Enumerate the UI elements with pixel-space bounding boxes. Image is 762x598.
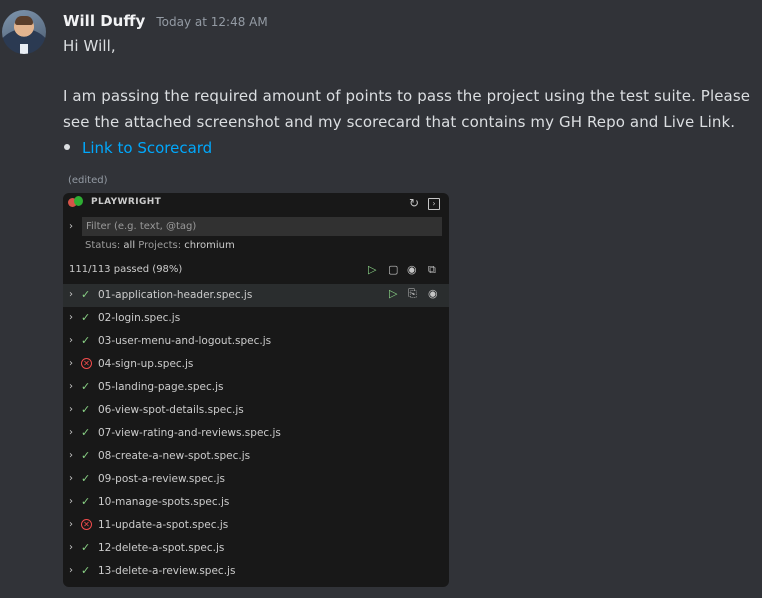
test-list: › ✓ 01-application-header.spec.js ▷ ⎘ ◉ …: [63, 284, 449, 583]
pass-check-icon: ✓: [81, 288, 91, 301]
username[interactable]: Will Duffy: [63, 12, 145, 30]
test-row[interactable]: › ✓ 06-view-spot-details.spec.js: [63, 399, 449, 422]
watch-test-icon[interactable]: ◉: [428, 287, 438, 300]
pass-check-icon: ✓: [81, 311, 91, 324]
test-name: 04-sign-up.spec.js: [98, 358, 194, 370]
chevron-right-icon[interactable]: ›: [69, 542, 73, 553]
test-name: 08-create-a-new-spot.spec.js: [98, 450, 251, 462]
pass-check-icon: ✓: [81, 403, 91, 416]
timestamp: Today at 12:48 AM: [156, 15, 268, 29]
watch-icon[interactable]: ◉: [407, 263, 417, 276]
test-row[interactable]: › ✕ 11-update-a-spot.spec.js: [63, 514, 449, 537]
test-row[interactable]: › ✓ 02-login.spec.js: [63, 307, 449, 330]
avatar[interactable]: [2, 10, 46, 54]
message-header: Will Duffy Today at 12:48 AM: [63, 11, 268, 30]
projects-label: Projects:: [138, 240, 182, 251]
test-row[interactable]: › ✓ 08-create-a-new-spot.spec.js: [63, 445, 449, 468]
message-line: see the attached screenshot and my score…: [63, 113, 736, 131]
pass-check-icon: ✓: [81, 564, 91, 577]
fail-x-icon: ✕: [81, 358, 92, 369]
test-name: 02-login.spec.js: [98, 312, 181, 324]
chevron-right-icon[interactable]: ›: [69, 381, 73, 392]
test-row[interactable]: › ✓ 13-delete-a-review.spec.js: [63, 560, 449, 583]
run-test-icon[interactable]: ▷: [389, 287, 397, 300]
test-name: 01-application-header.spec.js: [98, 289, 253, 301]
chevron-right-icon[interactable]: ›: [69, 358, 73, 369]
edited-label: (edited): [68, 175, 108, 186]
go-to-test-icon[interactable]: ⎘: [408, 287, 417, 301]
chevron-right-icon[interactable]: ›: [69, 404, 73, 415]
playwright-logo-icon: [68, 196, 84, 209]
test-row[interactable]: › ✓ 01-application-header.spec.js ▷ ⎘ ◉: [63, 284, 449, 307]
status-label: Status:: [85, 240, 121, 251]
test-row[interactable]: › ✓ 09-post-a-review.spec.js: [63, 468, 449, 491]
test-name: 10-manage-spots.spec.js: [98, 496, 230, 508]
test-name: 11-update-a-spot.spec.js: [98, 519, 229, 531]
chevron-right-icon[interactable]: ›: [69, 473, 73, 484]
test-row[interactable]: › ✓ 12-delete-a-spot.spec.js: [63, 537, 449, 560]
test-name: 09-post-a-review.spec.js: [98, 473, 226, 485]
status-value[interactable]: all: [123, 240, 135, 251]
playwright-header: PLAYWRIGHT ↻ ›: [63, 193, 449, 213]
test-name: 07-view-rating-and-reviews.spec.js: [98, 427, 281, 439]
test-row[interactable]: › ✓ 10-manage-spots.spec.js: [63, 491, 449, 514]
scorecard-link[interactable]: Link to Scorecard: [82, 139, 212, 157]
pass-check-icon: ✓: [81, 472, 91, 485]
test-row[interactable]: › ✕ 04-sign-up.spec.js: [63, 353, 449, 376]
test-name: 13-delete-a-review.spec.js: [98, 565, 236, 577]
message-line: I am passing the required amount of poin…: [63, 87, 751, 105]
test-row[interactable]: › ✓ 07-view-rating-and-reviews.spec.js: [63, 422, 449, 445]
chevron-right-icon[interactable]: ›: [69, 496, 73, 507]
collapse-all-icon[interactable]: ⧉: [428, 263, 436, 277]
pass-check-icon: ✓: [81, 449, 91, 462]
message-line: Hi Will,: [63, 37, 116, 55]
chevron-right-icon[interactable]: ›: [69, 335, 73, 346]
test-name: 03-user-menu-and-logout.spec.js: [98, 335, 272, 347]
run-all-icon[interactable]: ▷: [368, 263, 376, 276]
list-item: Link to Scorecard: [63, 139, 212, 157]
test-name: 06-view-spot-details.spec.js: [98, 404, 244, 416]
test-name: 05-landing-page.spec.js: [98, 381, 224, 393]
test-summary: 111/113 passed (98%): [69, 264, 183, 275]
chevron-right-icon[interactable]: ›: [69, 427, 73, 438]
chevron-right-icon[interactable]: ›: [69, 312, 73, 323]
playwright-screenshot[interactable]: PLAYWRIGHT ↻ › › Status: all Projects: c…: [63, 193, 449, 587]
chevron-right-icon[interactable]: ›: [69, 289, 73, 300]
pass-check-icon: ✓: [81, 495, 91, 508]
terminal-icon[interactable]: ›: [428, 198, 440, 210]
avatar-hair: [15, 16, 33, 25]
chevron-right-icon[interactable]: ›: [69, 519, 73, 530]
playwright-title: PLAYWRIGHT: [91, 197, 162, 207]
pass-check-icon: ✓: [81, 380, 91, 393]
bullet-icon: [64, 143, 70, 150]
avatar-collar: [20, 44, 28, 54]
projects-value[interactable]: chromium: [184, 240, 234, 251]
fail-x-icon: ✕: [81, 519, 92, 530]
test-row[interactable]: › ✓ 03-user-menu-and-logout.spec.js: [63, 330, 449, 353]
stop-icon[interactable]: ▢: [388, 263, 398, 276]
test-row[interactable]: › ✓ 05-landing-page.spec.js: [63, 376, 449, 399]
chevron-right-icon[interactable]: ›: [69, 221, 73, 232]
filter-input[interactable]: [82, 217, 442, 236]
pass-check-icon: ✓: [81, 426, 91, 439]
test-name: 12-delete-a-spot.spec.js: [98, 542, 225, 554]
pass-check-icon: ✓: [81, 334, 91, 347]
refresh-icon[interactable]: ↻: [406, 195, 422, 211]
status-line[interactable]: Status: all Projects: chromium: [85, 240, 235, 251]
chevron-right-icon[interactable]: ›: [69, 450, 73, 461]
chevron-right-icon[interactable]: ›: [69, 565, 73, 576]
pass-check-icon: ✓: [81, 541, 91, 554]
